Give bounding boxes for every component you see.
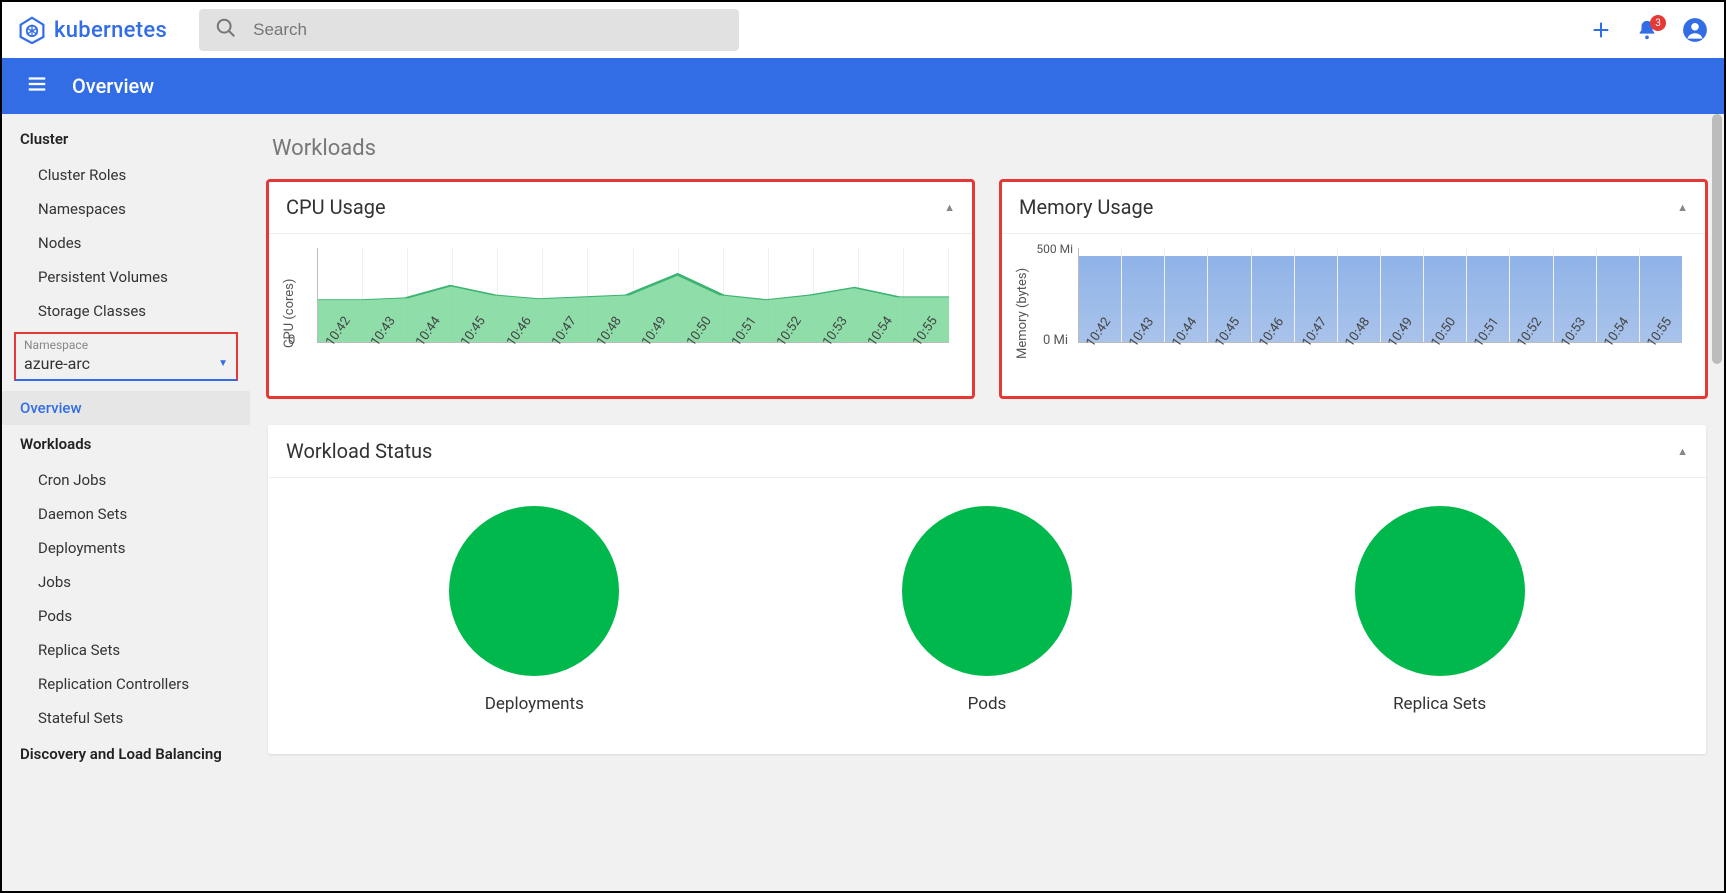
cpu-x-ticks: 10:42 10:43 10:44 10:45 10:46 10:47 10:4… bbox=[317, 349, 949, 379]
memory-x-ticks: 10:42 10:43 10:44 10:45 10:46 10:47 10:4… bbox=[1078, 349, 1682, 379]
scrollbar-thumb[interactable] bbox=[1712, 114, 1722, 364]
chevron-down-icon: ▼ bbox=[218, 358, 228, 369]
sidebar-item-deployments[interactable]: Deployments bbox=[2, 531, 250, 565]
topbar: kubernetes 3 bbox=[2, 2, 1724, 58]
sidebar-item-cron-jobs[interactable]: Cron Jobs bbox=[2, 463, 250, 497]
sidebar-item-nodes[interactable]: Nodes bbox=[2, 226, 250, 260]
status-deployments: Deployments bbox=[449, 506, 619, 714]
sidebar-item-daemon-sets[interactable]: Daemon Sets bbox=[2, 497, 250, 531]
page-title: Workloads bbox=[272, 136, 1706, 161]
sidebar-item-stateful-sets[interactable]: Stateful Sets bbox=[2, 701, 250, 735]
cpu-usage-card: CPU Usage ▲ CPU (cores) 0 bbox=[268, 181, 973, 397]
sidebar: Cluster Cluster Roles Namespaces Nodes P… bbox=[2, 114, 250, 891]
search-icon bbox=[215, 17, 237, 43]
sidebar-item-namespaces[interactable]: Namespaces bbox=[2, 192, 250, 226]
notifications-button[interactable]: 3 bbox=[1636, 19, 1658, 41]
cpu-card-title: CPU Usage bbox=[286, 195, 386, 219]
sidebar-item-jobs[interactable]: Jobs bbox=[2, 565, 250, 599]
memory-y-axis-label: Memory (bytes) bbox=[1015, 248, 1030, 379]
cpu-y-tick-0: 0 bbox=[288, 333, 295, 348]
main-content: Workloads CPU Usage ▲ CPU (cores) 0 bbox=[250, 114, 1724, 891]
collapse-icon[interactable]: ▲ bbox=[1677, 445, 1688, 458]
status-pods: Pods bbox=[902, 506, 1072, 714]
page-title-bluebar: Overview bbox=[72, 74, 154, 98]
sidebar-item-replica-sets[interactable]: Replica Sets bbox=[2, 633, 250, 667]
sidebar-item-cluster-roles[interactable]: Cluster Roles bbox=[2, 158, 250, 192]
collapse-icon[interactable]: ▲ bbox=[1677, 201, 1688, 214]
status-circle-replica-sets bbox=[1355, 506, 1525, 676]
sidebar-heading-workloads[interactable]: Workloads bbox=[2, 425, 250, 463]
sidebar-item-pods[interactable]: Pods bbox=[2, 599, 250, 633]
workload-status-card: Workload Status ▲ Deployments Pods Repli… bbox=[268, 425, 1706, 754]
status-replica-sets: Replica Sets bbox=[1355, 506, 1525, 714]
kubernetes-logo-icon bbox=[18, 16, 46, 44]
menu-toggle-button[interactable] bbox=[26, 73, 48, 99]
workload-status-title: Workload Status bbox=[286, 439, 432, 463]
collapse-icon[interactable]: ▲ bbox=[944, 201, 955, 214]
namespace-selector-label: Namespace bbox=[24, 338, 228, 352]
status-circle-pods bbox=[902, 506, 1072, 676]
search-box[interactable] bbox=[199, 9, 739, 51]
sidebar-item-persistent-volumes[interactable]: Persistent Volumes bbox=[2, 260, 250, 294]
create-button[interactable] bbox=[1590, 19, 1612, 41]
bluebar: Overview bbox=[2, 58, 1724, 114]
sidebar-item-overview[interactable]: Overview bbox=[2, 391, 250, 425]
cpu-y-axis-label: CPU (cores) bbox=[282, 248, 297, 379]
search-input[interactable] bbox=[253, 20, 723, 40]
account-button[interactable] bbox=[1682, 17, 1708, 43]
sidebar-item-replication-controllers[interactable]: Replication Controllers bbox=[2, 667, 250, 701]
namespace-selector[interactable]: Namespace azure-arc ▼ bbox=[14, 332, 238, 381]
notification-badge: 3 bbox=[1650, 15, 1666, 31]
memory-usage-card: Memory Usage ▲ Memory (bytes) 500 Mi 0 M… bbox=[1001, 181, 1706, 397]
sidebar-heading-cluster[interactable]: Cluster bbox=[2, 120, 250, 158]
memory-card-title: Memory Usage bbox=[1019, 195, 1153, 219]
sidebar-item-storage-classes[interactable]: Storage Classes bbox=[2, 294, 250, 328]
sidebar-heading-discovery[interactable]: Discovery and Load Balancing bbox=[2, 735, 250, 773]
logo-text: kubernetes bbox=[54, 18, 167, 43]
status-circle-deployments bbox=[449, 506, 619, 676]
memory-y-tick-bottom: 0 Mi bbox=[1043, 333, 1068, 348]
namespace-selector-value: azure-arc bbox=[24, 354, 90, 373]
memory-y-tick-top: 500 Mi bbox=[1031, 242, 1073, 256]
logo[interactable]: kubernetes bbox=[18, 16, 167, 44]
